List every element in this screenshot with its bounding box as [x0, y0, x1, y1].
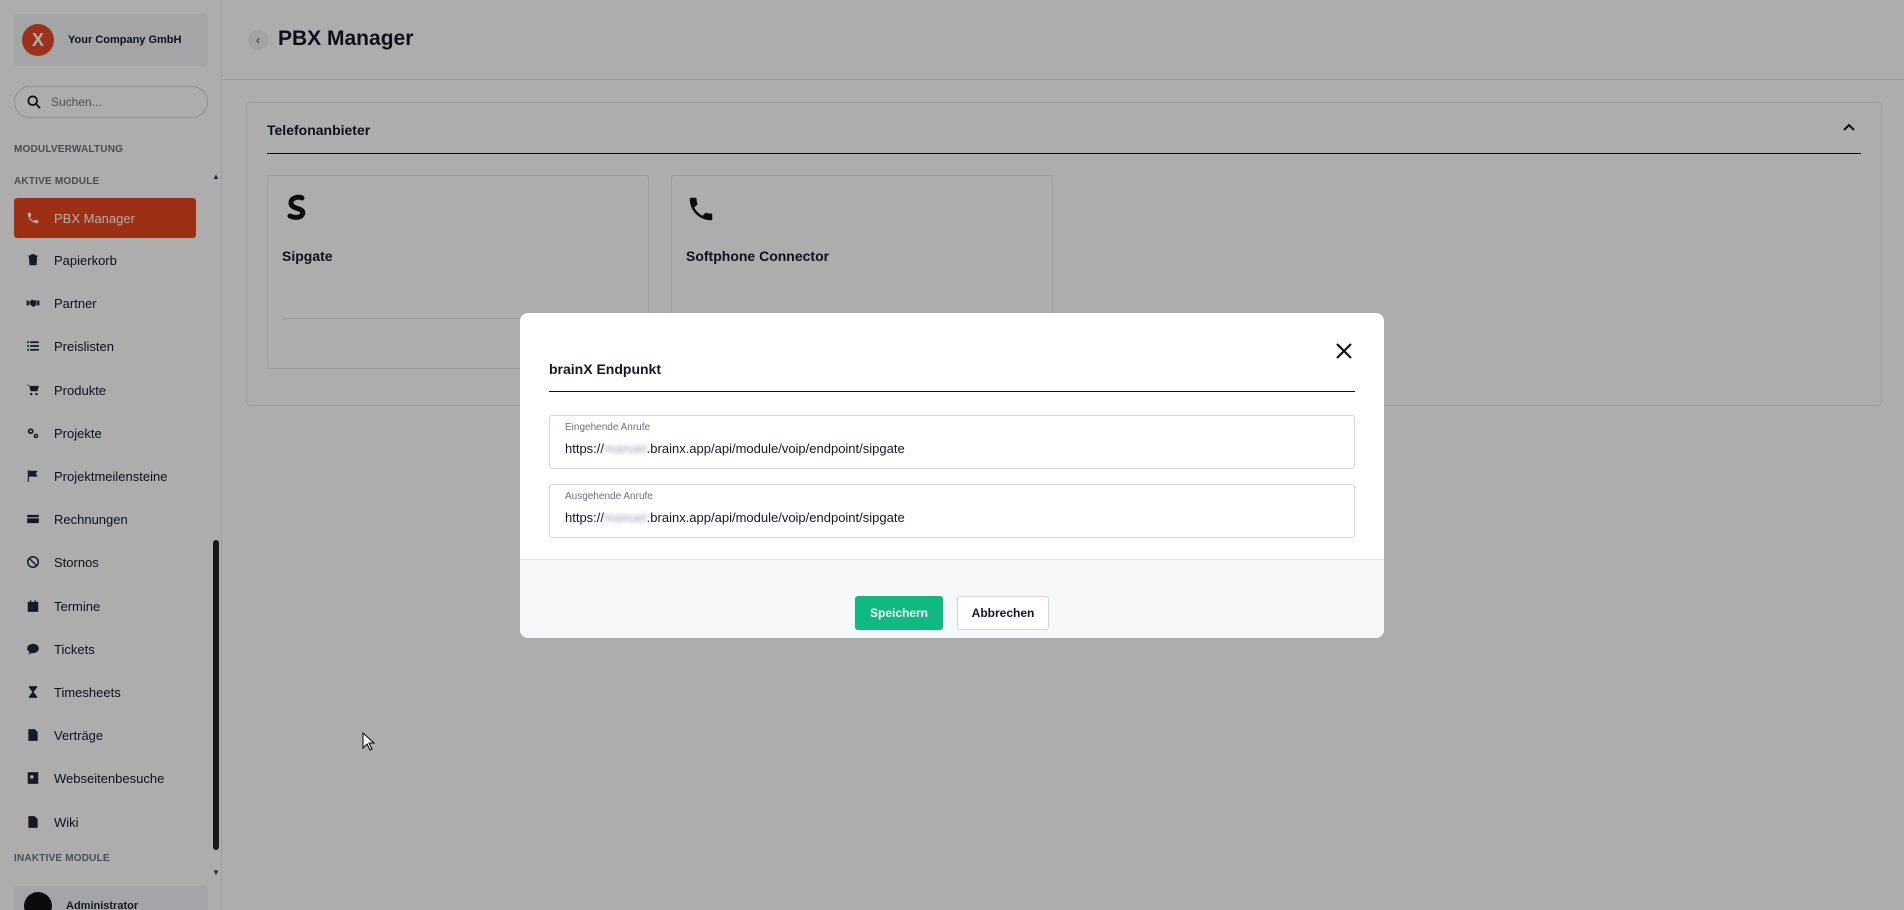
url-prefix: https://: [565, 510, 605, 525]
field-value[interactable]: https://manuel.brainx.app/api/module/voi…: [565, 441, 905, 456]
endpoint-modal: brainX Endpunkt Eingehende Anrufe https:…: [520, 313, 1384, 638]
url-suffix: .brainx.app/api/module/voip/endpoint/sip…: [646, 510, 905, 525]
cancel-button[interactable]: Abbrechen: [957, 596, 1049, 630]
url-suffix: .brainx.app/api/module/voip/endpoint/sip…: [646, 441, 905, 456]
close-icon[interactable]: [1332, 339, 1356, 363]
outgoing-calls-field[interactable]: Ausgehende Anrufe https://manuel.brainx.…: [549, 484, 1355, 538]
field-label: Eingehende Anrufe: [565, 422, 651, 433]
field-label: Ausgehende Anrufe: [565, 491, 653, 502]
blurred-subdomain: manuel: [604, 510, 647, 525]
url-prefix: https://: [565, 441, 605, 456]
mouse-cursor-icon: [362, 732, 376, 751]
blurred-subdomain: manuel: [604, 441, 647, 456]
modal-title: brainX Endpunkt: [549, 361, 661, 377]
divider: [549, 391, 1355, 392]
modal-footer: Speichern Abbrechen: [520, 559, 1384, 638]
incoming-calls-field[interactable]: Eingehende Anrufe https://manuel.brainx.…: [549, 415, 1355, 469]
save-button[interactable]: Speichern: [855, 596, 943, 630]
field-value[interactable]: https://manuel.brainx.app/api/module/voi…: [565, 510, 905, 525]
